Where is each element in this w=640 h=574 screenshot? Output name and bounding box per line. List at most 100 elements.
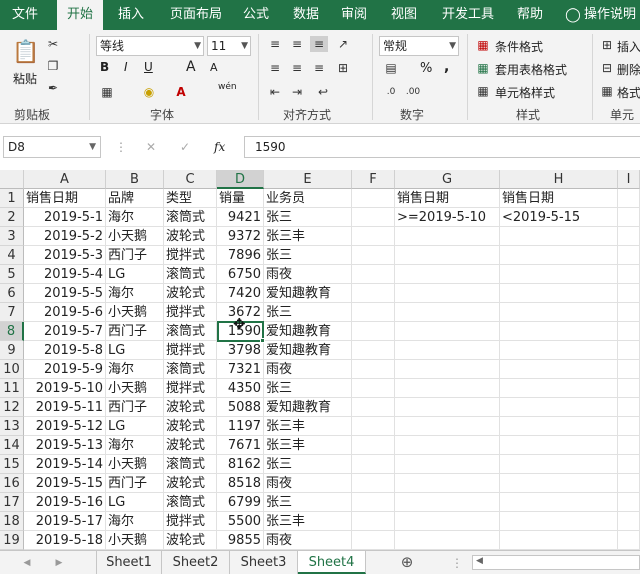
cell-h11[interactable] xyxy=(500,379,618,398)
row-header-17[interactable]: 17 xyxy=(0,493,24,512)
merge-center-icon[interactable]: ⊞ xyxy=(334,60,352,76)
paste-button[interactable]: 粘贴 xyxy=(13,70,37,87)
cell-h16[interactable] xyxy=(500,474,618,493)
cell-g15[interactable] xyxy=(395,455,500,474)
cell-b11[interactable]: 小天鹅 xyxy=(106,379,164,398)
scroll-right-icon[interactable]: ▶ xyxy=(50,555,68,571)
formula-input[interactable]: 1590 xyxy=(244,136,640,158)
cell-d5[interactable]: 6750 xyxy=(217,265,264,284)
tab-page-layout[interactable]: 页面布局 xyxy=(160,0,232,30)
column-header-f[interactable]: F xyxy=(352,170,395,189)
cell-c13[interactable]: 波轮式 xyxy=(164,417,217,436)
cell-h12[interactable] xyxy=(500,398,618,417)
row-header-2[interactable]: 2 xyxy=(0,208,24,227)
cell-c2[interactable]: 滚筒式 xyxy=(164,208,217,227)
cell-e6[interactable]: 爱知趣教育 xyxy=(264,284,352,303)
delete-cells-button[interactable]: 删除 xyxy=(617,61,640,78)
cell-g3[interactable] xyxy=(395,227,500,246)
cell-f13[interactable] xyxy=(352,417,395,436)
format-as-table-button[interactable]: 套用表格格式 xyxy=(495,61,567,78)
tab-review[interactable]: 审阅 xyxy=(332,0,376,30)
cell-f15[interactable] xyxy=(352,455,395,474)
cell-f14[interactable] xyxy=(352,436,395,455)
cell-d18[interactable]: 5500 xyxy=(217,512,264,531)
cell-a3[interactable]: 2019-5-2 xyxy=(24,227,106,246)
enter-icon[interactable]: ✓ xyxy=(176,139,194,155)
insert-cells-button[interactable]: 插入 xyxy=(617,38,640,55)
cell-h18[interactable] xyxy=(500,512,618,531)
cell-b19[interactable]: 小天鹅 xyxy=(106,531,164,550)
row-header-16[interactable]: 16 xyxy=(0,474,24,493)
phonetic-guide-button[interactable]: wén xyxy=(218,82,237,92)
row-header-1[interactable]: 1 xyxy=(0,189,24,208)
column-header-d[interactable]: D xyxy=(217,170,264,189)
cell-i5[interactable] xyxy=(618,265,640,284)
cell-h4[interactable] xyxy=(500,246,618,265)
cell-i10[interactable] xyxy=(618,360,640,379)
cell-g1[interactable]: 销售日期 xyxy=(395,189,500,208)
font-name-combo[interactable]: 等线 ▼ xyxy=(96,36,204,56)
cell-e7[interactable]: 张三 xyxy=(264,303,352,322)
row-header-10[interactable]: 10 xyxy=(0,360,24,379)
cell-styles-icon[interactable]: ▦ xyxy=(474,83,492,99)
cell-h15[interactable] xyxy=(500,455,618,474)
cell-i14[interactable] xyxy=(618,436,640,455)
cell-i8[interactable] xyxy=(618,322,640,341)
cell-d6[interactable]: 7420 xyxy=(217,284,264,303)
cell-i19[interactable] xyxy=(618,531,640,550)
percent-style-button[interactable]: % xyxy=(420,61,432,76)
cell-f6[interactable] xyxy=(352,284,395,303)
row-header-19[interactable]: 19 xyxy=(0,531,24,550)
cell-b17[interactable]: LG xyxy=(106,493,164,512)
cell-a5[interactable]: 2019-5-4 xyxy=(24,265,106,284)
format-as-table-icon[interactable]: ▦ xyxy=(474,60,492,76)
cell-d11[interactable]: 4350 xyxy=(217,379,264,398)
cell-d9[interactable]: 3798 xyxy=(217,341,264,360)
cell-g7[interactable] xyxy=(395,303,500,322)
cell-i12[interactable] xyxy=(618,398,640,417)
cell-h3[interactable] xyxy=(500,227,618,246)
cell-b14[interactable]: 海尔 xyxy=(106,436,164,455)
lightbulb-icon[interactable]: ◯ xyxy=(562,0,584,30)
cell-e5[interactable]: 雨夜 xyxy=(264,265,352,284)
cell-i2[interactable] xyxy=(618,208,640,227)
cell-a6[interactable]: 2019-5-5 xyxy=(24,284,106,303)
cell-a1[interactable]: 销售日期 xyxy=(24,189,106,208)
cell-a19[interactable]: 2019-5-18 xyxy=(24,531,106,550)
cell-e16[interactable]: 雨夜 xyxy=(264,474,352,493)
font-color-icon[interactable]: A xyxy=(172,84,190,100)
more-options-icon[interactable]: ⋮ xyxy=(448,555,466,571)
cell-e4[interactable]: 张三 xyxy=(264,246,352,265)
worksheet-grid[interactable]: ABCDEFGHI 1 销售日期 品牌 类型 销量 业务员 销售日期 销售日期 2 2019-5-… xyxy=(0,170,640,550)
cell-h10[interactable] xyxy=(500,360,618,379)
tab-view[interactable]: 视图 xyxy=(382,0,426,30)
row-header-15[interactable]: 15 xyxy=(0,455,24,474)
tab-formulas[interactable]: 公式 xyxy=(234,0,278,30)
comma-style-button[interactable]: , xyxy=(444,59,449,75)
cell-c11[interactable]: 搅拌式 xyxy=(164,379,217,398)
cell-i3[interactable] xyxy=(618,227,640,246)
cell-e1[interactable]: 业务员 xyxy=(264,189,352,208)
cell-d14[interactable]: 7671 xyxy=(217,436,264,455)
cell-f8[interactable] xyxy=(352,322,395,341)
column-header-g[interactable]: G xyxy=(395,170,500,189)
cut-icon[interactable]: ✂ xyxy=(44,36,62,52)
cell-b12[interactable]: 西门子 xyxy=(106,398,164,417)
column-header-e[interactable]: E xyxy=(264,170,352,189)
cell-d12[interactable]: 5088 xyxy=(217,398,264,417)
cell-e10[interactable]: 雨夜 xyxy=(264,360,352,379)
column-header-h[interactable]: H xyxy=(500,170,618,189)
cell-f10[interactable] xyxy=(352,360,395,379)
cell-b18[interactable]: 海尔 xyxy=(106,512,164,531)
cell-a17[interactable]: 2019-5-16 xyxy=(24,493,106,512)
cell-g14[interactable] xyxy=(395,436,500,455)
cell-b15[interactable]: 小天鹅 xyxy=(106,455,164,474)
cell-g10[interactable] xyxy=(395,360,500,379)
cell-h8[interactable] xyxy=(500,322,618,341)
cell-f12[interactable] xyxy=(352,398,395,417)
scroll-left-icon[interactable]: ◀ xyxy=(476,556,483,566)
cell-b3[interactable]: 小天鹅 xyxy=(106,227,164,246)
cell-b8[interactable]: 西门子 xyxy=(106,322,164,341)
cell-c6[interactable]: 波轮式 xyxy=(164,284,217,303)
cell-g4[interactable] xyxy=(395,246,500,265)
